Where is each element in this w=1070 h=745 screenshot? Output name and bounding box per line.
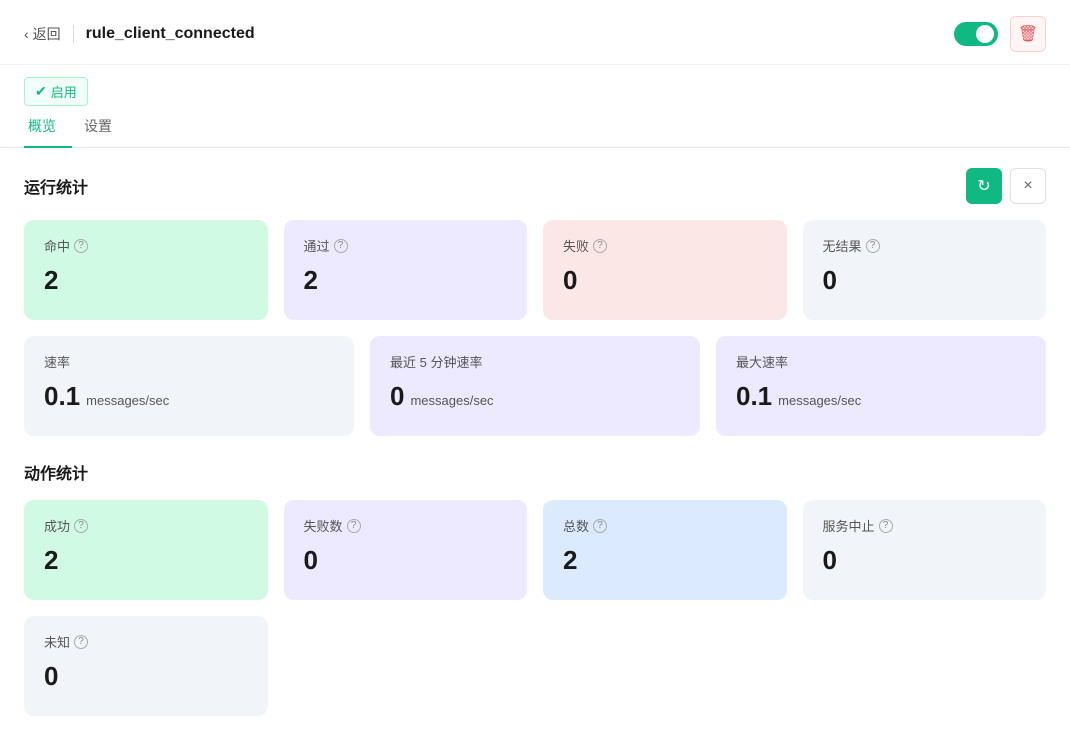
main-content: 运行统计 ↻ × 命中 ? 2 通过 ? 2 失 bbox=[0, 148, 1070, 736]
back-label: 返回 bbox=[33, 24, 61, 44]
stat-card-success: 成功 ? 2 bbox=[24, 500, 268, 600]
help-icon-failcount[interactable]: ? bbox=[347, 519, 361, 533]
stat-card-failcount: 失败数 ? 0 bbox=[284, 500, 528, 600]
back-arrow-icon: ‹ bbox=[24, 26, 29, 42]
close-button[interactable]: × bbox=[1010, 168, 1046, 204]
stat-value-rate5m: 0 bbox=[390, 381, 404, 412]
stat-card-total: 总数 ? 2 bbox=[543, 500, 787, 600]
rate-stats-cards: 速率 0.1 messages/sec 最近 5 分钟速率 0 messages… bbox=[24, 336, 1046, 436]
stat-unit-rate: messages/sec bbox=[86, 393, 169, 408]
action-stats-extra: 未知 ? 0 bbox=[24, 616, 1046, 716]
help-icon-fail[interactable]: ? bbox=[593, 239, 607, 253]
run-stats-header: 运行统计 ↻ × bbox=[24, 168, 1046, 204]
stat-value-total: 2 bbox=[563, 545, 767, 576]
tabs-bar: 概览 设置 bbox=[0, 106, 1070, 148]
stat-label-total: 总数 ? bbox=[563, 516, 767, 535]
run-stats-title: 运行统计 bbox=[24, 174, 88, 198]
stat-value-unknown: 0 bbox=[44, 661, 248, 692]
toggle-thumb bbox=[976, 25, 994, 43]
page-title: rule_client_connected bbox=[86, 25, 255, 43]
stat-label-rate5m: 最近 5 分钟速率 bbox=[390, 352, 680, 371]
close-icon: × bbox=[1023, 177, 1032, 195]
stat-label-success: 成功 ? bbox=[44, 516, 248, 535]
help-icon-abort[interactable]: ? bbox=[879, 519, 893, 533]
stat-card-rate: 速率 0.1 messages/sec bbox=[24, 336, 354, 436]
stat-label-fail: 失败 ? bbox=[563, 236, 767, 255]
stat-card-unknown: 未知 ? 0 bbox=[24, 616, 268, 716]
stat-label-pass: 通过 ? bbox=[304, 236, 508, 255]
help-icon-total[interactable]: ? bbox=[593, 519, 607, 533]
action-stats-cards: 成功 ? 2 失败数 ? 0 总数 ? 2 服务中止 ? 0 bbox=[24, 500, 1046, 600]
delete-icon: 🗑 bbox=[1018, 24, 1038, 44]
check-icon: ✔ bbox=[35, 83, 47, 100]
stat-value-fail: 0 bbox=[563, 265, 767, 296]
stat-value-rate: 0.1 bbox=[44, 381, 80, 412]
stat-value-pass: 2 bbox=[304, 265, 508, 296]
help-icon-hit[interactable]: ? bbox=[74, 239, 88, 253]
help-icon-success[interactable]: ? bbox=[74, 519, 88, 533]
stat-label-failcount: 失败数 ? bbox=[304, 516, 508, 535]
action-stats-header: 动作统计 bbox=[24, 460, 1046, 484]
stat-value-failcount: 0 bbox=[304, 545, 508, 576]
stat-value-noresult: 0 bbox=[823, 265, 1027, 296]
stat-card-pass: 通过 ? 2 bbox=[284, 220, 528, 320]
stat-value-abort: 0 bbox=[823, 545, 1027, 576]
stat-unit-maxrate: messages/sec bbox=[778, 393, 861, 408]
stat-unit-rate5m: messages/sec bbox=[410, 393, 493, 408]
stat-card-fail: 失败 ? 0 bbox=[543, 220, 787, 320]
help-icon-pass[interactable]: ? bbox=[334, 239, 348, 253]
stat-value-row-rate5m: 0 messages/sec bbox=[390, 381, 680, 412]
stat-card-rate5m: 最近 5 分钟速率 0 messages/sec bbox=[370, 336, 700, 436]
delete-button[interactable]: 🗑 bbox=[1010, 16, 1046, 52]
stat-value-hit: 2 bbox=[44, 265, 248, 296]
help-icon-unknown[interactable]: ? bbox=[74, 635, 88, 649]
stat-card-noresult: 无结果 ? 0 bbox=[803, 220, 1047, 320]
stat-label-unknown: 未知 ? bbox=[44, 632, 248, 651]
refresh-button[interactable]: ↻ bbox=[966, 168, 1002, 204]
tab-overview[interactable]: 概览 bbox=[24, 106, 72, 148]
tab-settings[interactable]: 设置 bbox=[80, 106, 128, 148]
stat-value-maxrate: 0.1 bbox=[736, 381, 772, 412]
toggle-track bbox=[954, 22, 998, 46]
stat-label-hit: 命中 ? bbox=[44, 236, 248, 255]
stat-card-hit: 命中 ? 2 bbox=[24, 220, 268, 320]
header-right: 🗑 bbox=[954, 16, 1046, 52]
enable-toggle[interactable] bbox=[954, 22, 998, 46]
stat-label-rate: 速率 bbox=[44, 352, 334, 371]
run-stats-cards: 命中 ? 2 通过 ? 2 失败 ? 0 无结果 ? 0 bbox=[24, 220, 1046, 320]
stat-label-abort: 服务中止 ? bbox=[823, 516, 1027, 535]
enabled-badge-row: ✔ 启用 bbox=[0, 65, 1070, 106]
enabled-badge: ✔ 启用 bbox=[24, 77, 88, 106]
stat-label-noresult: 无结果 ? bbox=[823, 236, 1027, 255]
run-stats-actions: ↻ × bbox=[966, 168, 1046, 204]
header-divider bbox=[73, 25, 74, 43]
header-left: ‹ 返回 rule_client_connected bbox=[24, 24, 255, 44]
stat-label-maxrate: 最大速率 bbox=[736, 352, 1026, 371]
stat-value-row-rate: 0.1 messages/sec bbox=[44, 381, 334, 412]
back-button[interactable]: ‹ 返回 bbox=[24, 24, 61, 44]
action-stats-title: 动作统计 bbox=[24, 460, 88, 484]
stat-value-success: 2 bbox=[44, 545, 248, 576]
page-header: ‹ 返回 rule_client_connected 🗑 bbox=[0, 0, 1070, 65]
help-icon-noresult[interactable]: ? bbox=[866, 239, 880, 253]
enabled-label: 启用 bbox=[51, 82, 77, 101]
stat-card-maxrate: 最大速率 0.1 messages/sec bbox=[716, 336, 1046, 436]
stat-card-abort: 服务中止 ? 0 bbox=[803, 500, 1047, 600]
stat-value-row-maxrate: 0.1 messages/sec bbox=[736, 381, 1026, 412]
refresh-icon: ↻ bbox=[977, 176, 990, 196]
